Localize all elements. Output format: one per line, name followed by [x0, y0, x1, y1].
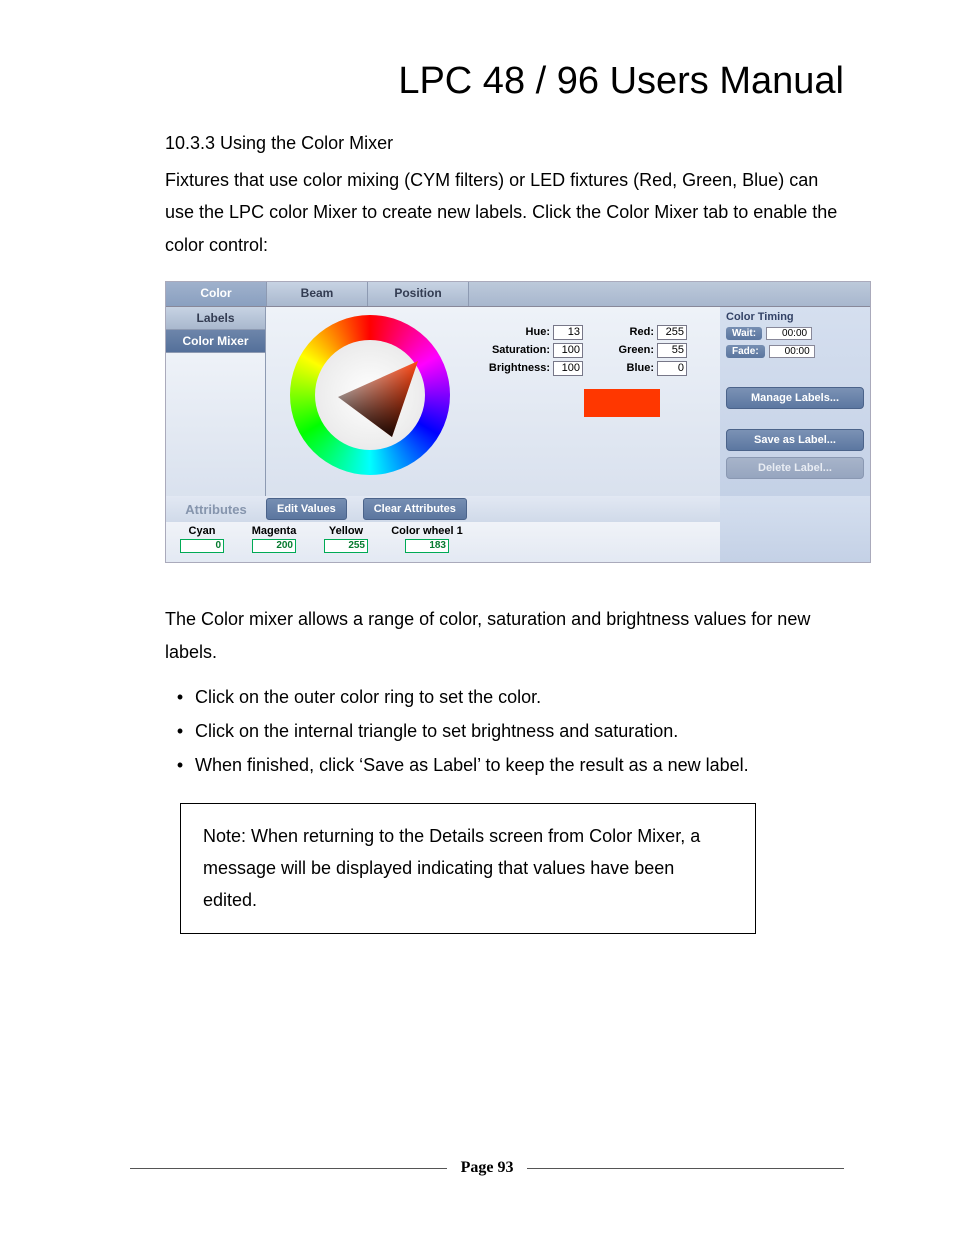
attribute-columns: Cyan0 Magenta200 Yellow255 Color wheel 1… — [166, 522, 720, 562]
side-tab-labels[interactable]: Labels — [166, 307, 266, 330]
fade-label: Fade: — [726, 345, 765, 358]
top-tab-bar: Color Beam Position — [166, 282, 870, 307]
wait-label: Wait: — [726, 327, 762, 340]
center-panel: Hue:13 Saturation:100 Brightness:100 Red… — [266, 307, 720, 497]
attr-yellow: Yellow255 — [310, 522, 382, 562]
blue-field[interactable]: 0 — [657, 361, 687, 376]
bullet-2: Click on the internal triangle to set br… — [195, 714, 678, 748]
hsb-group: Hue:13 Saturation:100 Brightness:100 — [486, 323, 583, 377]
after-paragraph: The Color mixer allows a range of color,… — [165, 603, 844, 668]
bullet-3: When finished, click ‘Save as Label’ to … — [195, 748, 749, 782]
document-title: LPC 48 / 96 Users Manual — [130, 60, 844, 103]
magenta-field[interactable]: 200 — [252, 539, 296, 553]
right-panel: Color Timing Wait:00:00 Fade:00:00 Manag… — [720, 307, 870, 497]
bullet-icon: • — [165, 680, 195, 714]
bullet-list: •Click on the outer color ring to set th… — [165, 680, 844, 783]
saturation-label: Saturation: — [486, 344, 550, 356]
bullet-icon: • — [165, 748, 195, 782]
saturation-field[interactable]: 100 — [553, 343, 583, 358]
clear-attributes-button[interactable]: Clear Attributes — [363, 498, 467, 520]
hue-field[interactable]: 13 — [553, 325, 583, 340]
save-as-label-button[interactable]: Save as Label... — [726, 429, 864, 451]
green-label: Green: — [610, 344, 654, 356]
color-mixer-panel: Color Beam Position Labels Color Mixer — [165, 281, 871, 563]
section-heading: 10.3.3 Using the Color Mixer — [165, 133, 844, 154]
side-tab-column: Labels Color Mixer — [166, 307, 266, 497]
color-triangle[interactable] — [332, 351, 424, 443]
side-tab-color-mixer[interactable]: Color Mixer — [166, 330, 266, 353]
tab-position[interactable]: Position — [368, 282, 469, 306]
footer-rule-right — [527, 1168, 844, 1169]
bottom-bar: Attributes Edit Values Clear Attributes — [166, 496, 720, 522]
tab-beam[interactable]: Beam — [267, 282, 368, 306]
colorwheel1-field[interactable]: 183 — [405, 539, 449, 553]
bullet-1: Click on the outer color ring to set the… — [195, 680, 541, 714]
manage-labels-button[interactable]: Manage Labels... — [726, 387, 864, 409]
red-field[interactable]: 255 — [657, 325, 687, 340]
attributes-label: Attributes — [166, 502, 266, 517]
yellow-field[interactable]: 255 — [324, 539, 368, 553]
color-timing-title: Color Timing — [726, 311, 864, 323]
attr-magenta: Magenta200 — [238, 522, 310, 562]
delete-label-button[interactable]: Delete Label... — [726, 457, 864, 479]
hue-label: Hue: — [486, 326, 550, 338]
red-label: Red: — [610, 326, 654, 338]
footer-rule-left — [130, 1168, 447, 1169]
color-swatch — [584, 389, 660, 417]
blue-label: Blue: — [610, 362, 654, 374]
intro-paragraph: Fixtures that use color mixing (CYM filt… — [165, 164, 844, 261]
bullet-icon: • — [165, 714, 195, 748]
brightness-field[interactable]: 100 — [553, 361, 583, 376]
right-bottom-filler — [720, 496, 870, 562]
side-filler — [166, 353, 266, 499]
cyan-field[interactable]: 0 — [180, 539, 224, 553]
rgb-group: Red:255 Green:55 Blue:0 — [610, 323, 687, 377]
edit-values-button[interactable]: Edit Values — [266, 498, 347, 520]
fade-field[interactable]: 00:00 — [769, 345, 815, 358]
brightness-label: Brightness: — [486, 362, 550, 374]
page-number: Page 93 — [461, 1159, 514, 1177]
green-field[interactable]: 55 — [657, 343, 687, 358]
page-footer: Page 93 — [130, 1159, 844, 1177]
note-box: Note: When returning to the Details scre… — [180, 803, 756, 934]
wait-field[interactable]: 00:00 — [766, 327, 812, 340]
tab-color[interactable]: Color — [166, 282, 267, 306]
attr-cyan: Cyan0 — [166, 522, 238, 562]
attr-colorwheel1: Color wheel 1183 — [382, 522, 472, 562]
